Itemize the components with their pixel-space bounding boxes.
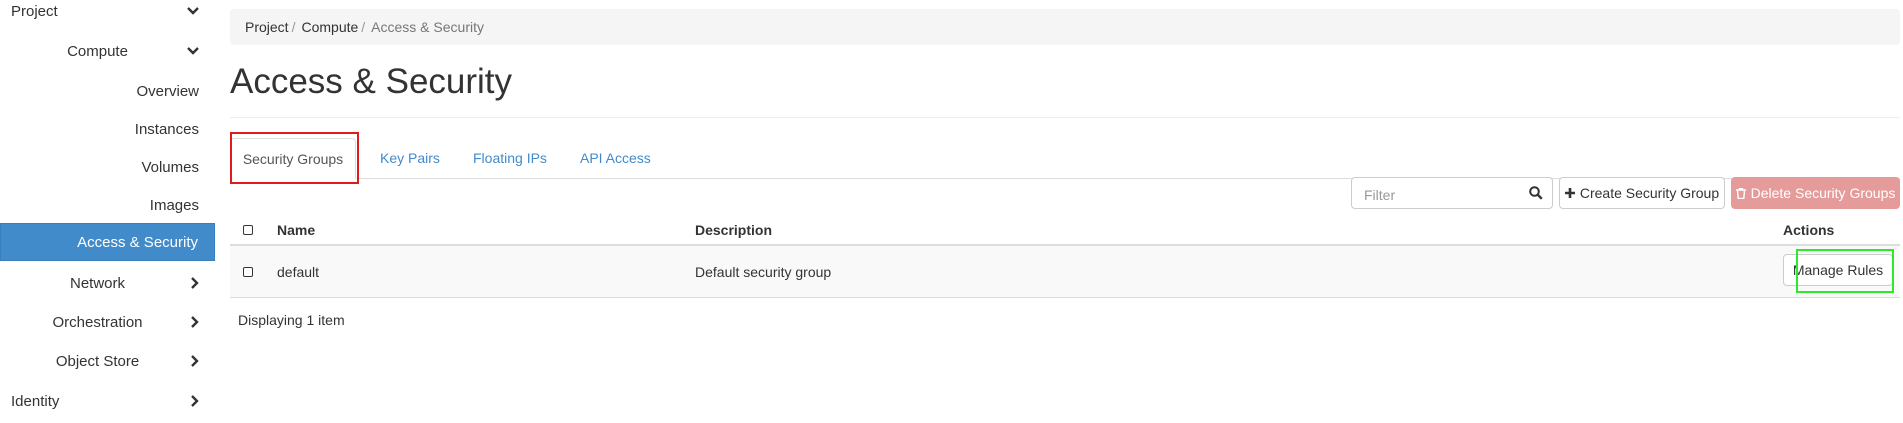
- chevron-right-icon: [191, 384, 199, 418]
- trash-icon: [1735, 187, 1746, 199]
- delete-security-groups-label: Delete Security Groups: [1750, 185, 1896, 201]
- page-title: Access & Security: [230, 62, 513, 101]
- create-security-group-button[interactable]: Create Security Group: [1559, 177, 1725, 209]
- sidebar-item-instances[interactable]: Instances: [0, 112, 215, 146]
- sidebar-item-label: Object Store: [55, 352, 140, 370]
- chevron-right-icon: [191, 305, 199, 339]
- chevron-right-icon: [191, 344, 199, 378]
- sidebar-item-orchestration[interactable]: Orchestration: [0, 305, 215, 339]
- sidebar-item-label: Network: [69, 274, 125, 292]
- sidebar-item-label: Compute: [67, 42, 128, 60]
- sidebar-item-label: Identity: [11, 392, 60, 410]
- table-row: default Default security group Manage Ru…: [230, 246, 1900, 298]
- sidebar-item-label: Volumes: [141, 158, 199, 176]
- tab-api-access[interactable]: API Access: [580, 138, 651, 178]
- sidebar-item-label: Orchestration: [52, 313, 143, 331]
- sidebar-item-label: Project: [11, 2, 58, 20]
- sidebar-item-compute[interactable]: Compute: [0, 34, 195, 68]
- sidebar-item-project[interactable]: Project: [0, 0, 215, 28]
- chevron-right-icon: [191, 266, 199, 300]
- sidebar-item-identity[interactable]: Identity: [0, 384, 215, 418]
- sidebar-item-access-security[interactable]: Access & Security: [0, 223, 215, 261]
- tab-floating-ips[interactable]: Floating IPs: [473, 138, 547, 178]
- sidebar-item-label: Images: [149, 196, 199, 214]
- breadcrumb-item-compute[interactable]: Compute: [301, 19, 358, 35]
- select-all-checkbox[interactable]: [243, 216, 253, 244]
- sidebar-item-label: Access & Security: [77, 233, 198, 251]
- tab-security-groups[interactable]: Security Groups: [230, 138, 356, 179]
- item-count: Displaying 1 item: [238, 312, 345, 328]
- sidebar: Project Compute Overview Instances Volum…: [0, 0, 215, 423]
- sidebar-item-object-store[interactable]: Object Store: [0, 344, 215, 378]
- breadcrumb-item-current: Access & Security: [371, 19, 484, 35]
- column-header-name[interactable]: Name: [277, 216, 315, 244]
- row-name: default: [277, 263, 320, 280]
- search-icon[interactable]: [1529, 186, 1543, 204]
- chevron-down-icon: [187, 0, 199, 28]
- sidebar-item-network[interactable]: Network: [0, 266, 215, 300]
- tab-key-pairs[interactable]: Key Pairs: [380, 138, 440, 178]
- row-checkbox[interactable]: [243, 246, 253, 297]
- sidebar-item-overview[interactable]: Overview: [0, 74, 215, 108]
- filter-input[interactable]: [1362, 184, 1526, 206]
- breadcrumb-separator: /: [361, 19, 366, 35]
- tab-bar: Security Groups Key Pairs Floating IPs A…: [230, 138, 1900, 179]
- breadcrumb-separator: /: [291, 19, 296, 35]
- breadcrumb-item-project[interactable]: Project: [245, 19, 289, 35]
- divider: [230, 117, 1900, 118]
- column-header-actions: Actions: [1783, 222, 1835, 238]
- sidebar-item-images[interactable]: Images: [0, 188, 215, 222]
- chevron-down-icon: [187, 34, 199, 68]
- delete-security-groups-button[interactable]: Delete Security Groups: [1731, 177, 1900, 209]
- sidebar-item-label: Overview: [136, 82, 199, 100]
- sidebar-item-volumes[interactable]: Volumes: [0, 150, 215, 184]
- create-security-group-label: Create Security Group: [1579, 185, 1720, 201]
- column-header-description[interactable]: Description: [695, 216, 772, 244]
- row-description: Default security group: [695, 263, 832, 280]
- sidebar-item-label: Instances: [134, 120, 199, 138]
- manage-rules-button[interactable]: Manage Rules: [1783, 254, 1893, 286]
- breadcrumb: Project / Compute / Access & Security: [230, 9, 1900, 45]
- table-header: Name Description Actions: [230, 216, 1900, 246]
- plus-icon: [1564, 188, 1575, 198]
- filter-field[interactable]: [1351, 177, 1553, 209]
